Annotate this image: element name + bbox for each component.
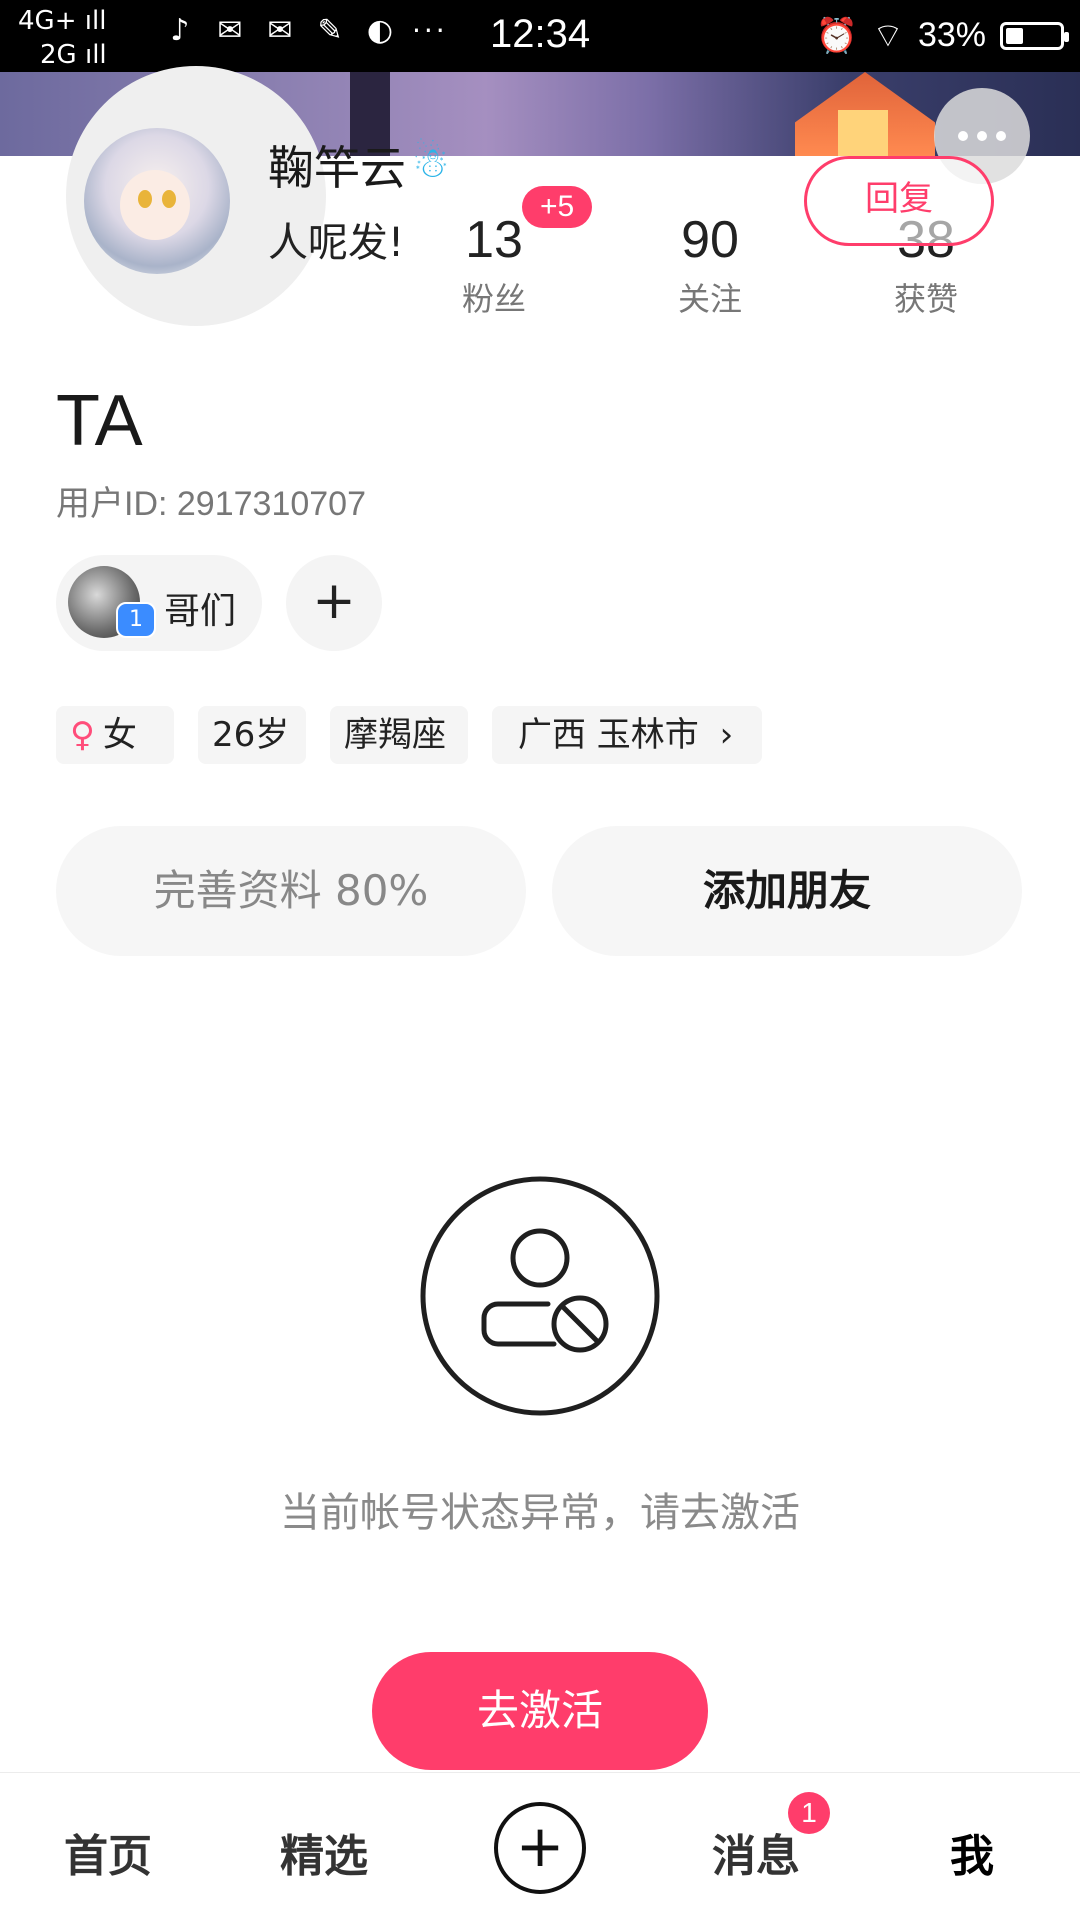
avatar-face bbox=[120, 170, 190, 240]
group-count-badge: 1 bbox=[116, 602, 156, 638]
display-name: TA bbox=[56, 381, 143, 461]
notification-icons: ♪ ✉ ✉ ✎ ◐ ··· bbox=[162, 12, 448, 48]
following-label: 关注 bbox=[677, 280, 742, 318]
reply-button[interactable]: 回复 bbox=[804, 156, 994, 246]
likes-label: 获赞 bbox=[893, 280, 958, 318]
network-type-secondary: 2G ıll bbox=[40, 40, 107, 70]
age-tag: 26岁 bbox=[198, 706, 306, 764]
snowman-icon: ☃ bbox=[412, 138, 450, 187]
user-id[interactable]: 用户ID: 2917310707 bbox=[56, 476, 366, 525]
mail-icon: ✉ bbox=[267, 12, 293, 48]
group-label: 哥们 bbox=[164, 591, 237, 632]
gender-tag: ♀ 女 bbox=[56, 706, 174, 764]
battery-level bbox=[1006, 27, 1023, 44]
tab-home[interactable]: 首页 bbox=[28, 1820, 188, 1884]
more-dot-icon bbox=[958, 131, 968, 141]
cover-window bbox=[838, 110, 888, 156]
tab-me[interactable]: 我 bbox=[892, 1820, 1052, 1884]
signal-icon: ıll bbox=[84, 40, 107, 70]
messages-unread-badge: 1 bbox=[788, 1792, 830, 1834]
planet-icon: ◐ bbox=[366, 12, 394, 48]
clock: 12:34 bbox=[490, 12, 591, 56]
account-blocked-icon bbox=[420, 1176, 660, 1416]
activate-button[interactable]: 去激活 bbox=[372, 1652, 708, 1770]
profile-bio: 人呢发! bbox=[268, 220, 405, 266]
chevron-right-icon: › bbox=[719, 715, 734, 755]
signal-icon: ıll bbox=[84, 6, 107, 36]
female-icon: ♀ bbox=[70, 715, 95, 755]
location-tag[interactable]: 广西 玉林市 › bbox=[492, 706, 762, 764]
more-dot-icon bbox=[977, 131, 987, 141]
account-status-message: 当前帐号状态异常，请去激活 bbox=[280, 1490, 800, 1536]
gender-label: 女 bbox=[102, 715, 137, 755]
alarm-icon: ⏰ bbox=[815, 16, 858, 55]
new-followers-badge: +5 bbox=[522, 186, 593, 228]
battery-percent: 33% bbox=[917, 16, 986, 54]
location-label: 广西 玉林市 bbox=[518, 715, 699, 755]
avatar-eye bbox=[138, 190, 152, 208]
add-friend-button[interactable]: 添加朋友 bbox=[552, 826, 1022, 956]
more-notifications-icon: ··· bbox=[412, 13, 448, 47]
create-post-button[interactable]: + bbox=[494, 1802, 586, 1894]
wifi-icon: ⌔ bbox=[871, 17, 904, 55]
battery-icon bbox=[1000, 21, 1069, 50]
zodiac-tag: 摩羯座 bbox=[330, 706, 468, 764]
complete-profile-button[interactable]: 完善资料 80% bbox=[56, 826, 526, 956]
add-group-button[interactable]: + bbox=[286, 555, 382, 651]
username: 鞠竿云 bbox=[268, 141, 406, 195]
music-app-icon: ♪ bbox=[170, 12, 190, 48]
more-dot-icon bbox=[996, 131, 1006, 141]
network-type-primary: 4G+ ıll bbox=[18, 6, 107, 36]
following-stat[interactable]: 90 关注 bbox=[640, 212, 780, 320]
followers-stat[interactable]: 13 粉丝 bbox=[424, 212, 564, 320]
system-status: ⏰ ⌔ 33% bbox=[815, 14, 1069, 57]
paint-icon: ✎ bbox=[317, 12, 343, 48]
followers-label: 粉丝 bbox=[461, 280, 526, 318]
avatar-eye bbox=[162, 190, 176, 208]
following-count: 90 bbox=[681, 211, 739, 269]
tab-featured[interactable]: 精选 bbox=[244, 1820, 404, 1884]
mail-icon: ✉ bbox=[217, 12, 243, 48]
